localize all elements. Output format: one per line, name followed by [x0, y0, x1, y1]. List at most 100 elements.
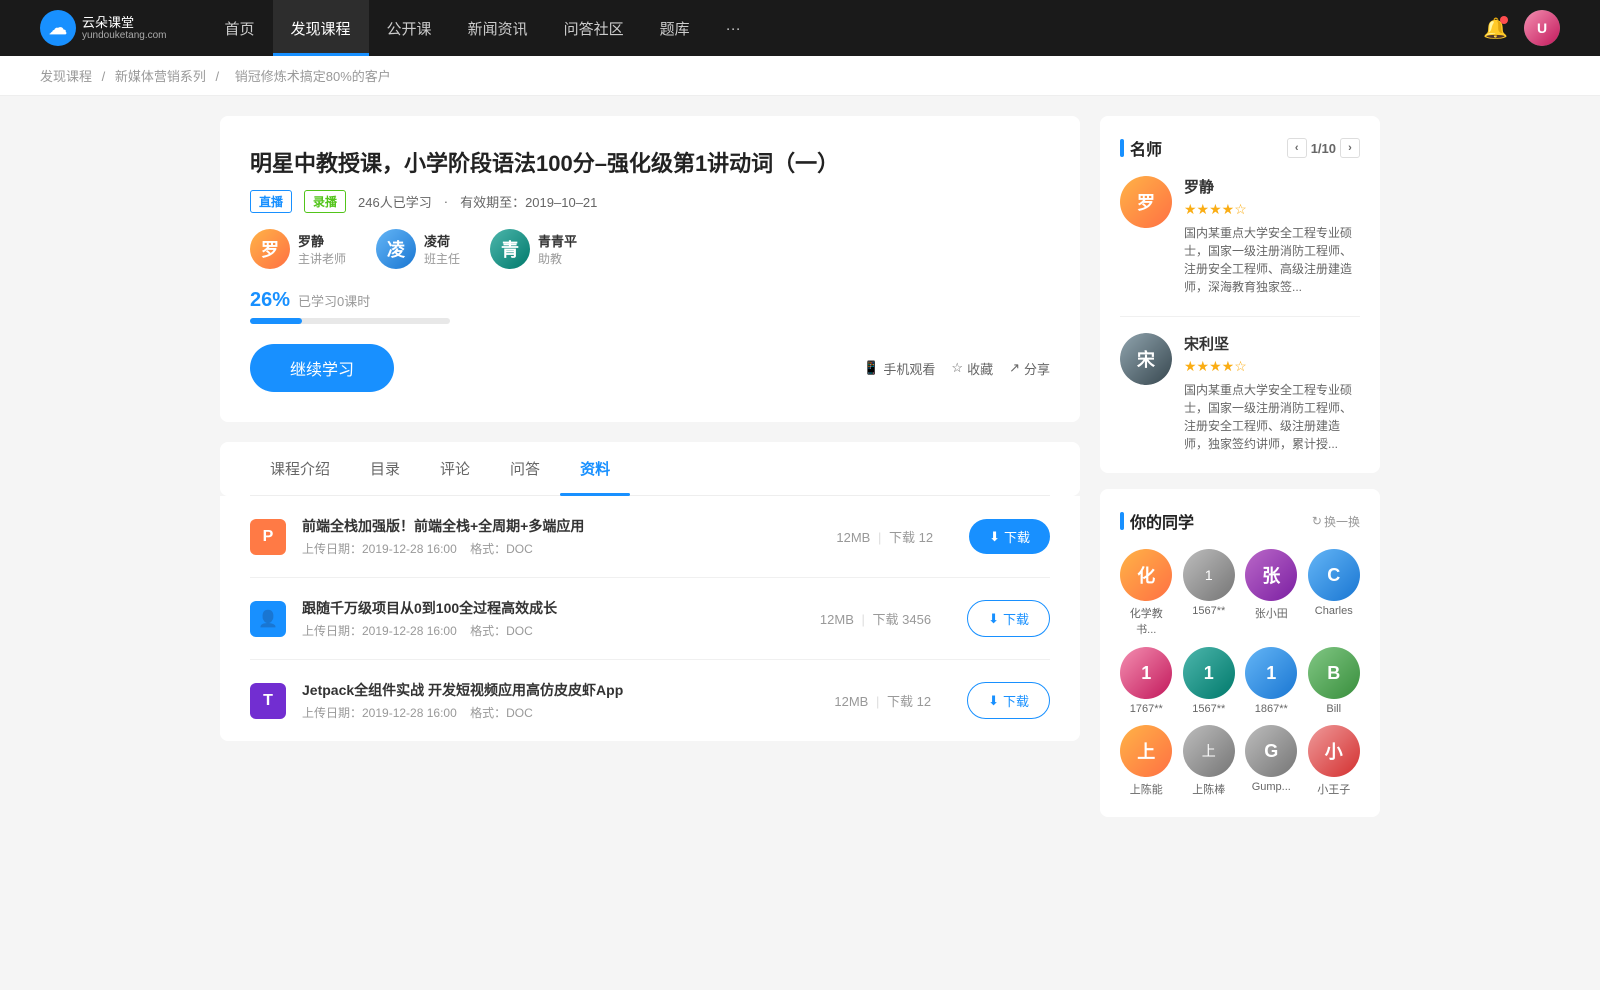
tab-qa[interactable]: 问答	[490, 442, 560, 495]
share-button[interactable]: ↗ 分享	[1009, 359, 1050, 378]
course-meta: 直播 录播 246人已学习 · 有效期至：2019–10–21	[250, 190, 1050, 213]
classmate-6-avatar: 1	[1245, 647, 1297, 699]
mobile-icon: 📱	[863, 360, 879, 376]
progress-bar-bg	[250, 318, 450, 324]
share-label: 分享	[1024, 359, 1050, 378]
download-1-button[interactable]: ⬇ 下载	[967, 600, 1050, 637]
download-0-button[interactable]: ⬇ 下载	[969, 519, 1050, 554]
navbar: ☁ 云朵课堂 yundouketang.com 首页 发现课程 公开课 新闻资讯…	[0, 0, 1600, 56]
prev-page-button[interactable]: ‹	[1287, 138, 1307, 158]
classmate-4-name: 1767**	[1120, 703, 1173, 715]
resource-1: 👤 跟随千万级项目从0到100全过程高效成长 上传日期：2019-12-28 1…	[250, 578, 1050, 660]
resource-1-icon: 👤	[250, 601, 286, 637]
resource-0-meta: 上传日期：2019-12-28 16:00 格式：DOC	[302, 540, 820, 557]
classmate-6: 1 1867**	[1245, 647, 1298, 715]
collect-label: 收藏	[967, 359, 993, 378]
classmate-0-avatar: 化	[1120, 549, 1172, 601]
nav-quiz[interactable]: 题库	[642, 0, 708, 56]
sidebar-teacher-0-avatar-img: 罗	[1120, 176, 1172, 228]
resource-0: P 前端全栈加强版！前端全栈+全周期+多端应用 上传日期：2019-12-28 …	[250, 496, 1050, 578]
progress-bar-fill	[250, 318, 302, 324]
classmate-5-name: 1567**	[1183, 703, 1236, 715]
classmate-11: 小 小王子	[1308, 725, 1361, 797]
collect-button[interactable]: ☆ 收藏	[951, 359, 993, 378]
continue-learning-button[interactable]: 继续学习	[250, 344, 394, 392]
teachers-label: 名师	[1130, 136, 1162, 160]
nav-qa[interactable]: 问答社区	[546, 0, 642, 56]
next-page-button[interactable]: ›	[1340, 138, 1360, 158]
resource-2-icon: T	[250, 683, 286, 719]
classmate-4: 1 1767**	[1120, 647, 1173, 715]
classmates-title-bar-icon	[1120, 512, 1124, 530]
resource-1-date: 上传日期：2019-12-28 16:00	[302, 624, 457, 638]
sidebar-teacher-0-info: 罗静 ★★★★☆ 国内某重点大学安全工程专业硕士，国家一级注册消防工程师、注册安…	[1184, 176, 1360, 296]
classmate-9-avatar: 上	[1183, 725, 1235, 777]
classmates-card: 你的同学 ↻ 换一换 化 化学教书... 1 1	[1100, 489, 1380, 817]
nav-open[interactable]: 公开课	[369, 0, 450, 56]
nav-right: 🔔 U	[1483, 10, 1560, 46]
mobile-watch-button[interactable]: 📱 手机观看	[863, 359, 935, 378]
resource-1-meta: 上传日期：2019-12-28 16:00 格式：DOC	[302, 622, 804, 639]
resource-0-info: 前端全栈加强版！前端全栈+全周期+多端应用 上传日期：2019-12-28 16…	[302, 516, 820, 557]
nav-discover[interactable]: 发现课程	[273, 0, 369, 56]
classmate-10-name: Gump...	[1245, 781, 1298, 793]
sidebar-teacher-0-stars: ★★★★☆	[1184, 201, 1360, 218]
nav-items: 首页 发现课程 公开课 新闻资讯 问答社区 题库 ···	[207, 0, 1484, 56]
teacher-1-role: 班主任	[424, 250, 460, 267]
teacher-0-role: 主讲老师	[298, 250, 346, 267]
breadcrumb: 发现课程 / 新媒体营销系列 / 销冠修炼术搞定80%的客户	[0, 56, 1600, 96]
tab-catalog[interactable]: 目录	[350, 442, 420, 495]
download-1-icon: ⬇	[988, 611, 999, 627]
action-row: 继续学习 📱 手机观看 ☆ 收藏 ↗ 分享	[250, 344, 1050, 392]
breadcrumb-series[interactable]: 新媒体营销系列	[115, 69, 206, 84]
user-avatar[interactable]: U	[1524, 10, 1560, 46]
teacher-1: 凌 凌荷 班主任	[376, 229, 460, 269]
breadcrumb-current: 销冠修炼术搞定80%的客户	[235, 69, 391, 84]
resource-1-info: 跟随千万级项目从0到100全过程高效成长 上传日期：2019-12-28 16:…	[302, 598, 804, 639]
classmate-7: B Bill	[1308, 647, 1361, 715]
nav-news[interactable]: 新闻资讯	[450, 0, 546, 56]
bell-icon[interactable]: 🔔	[1483, 16, 1508, 41]
tab-resources[interactable]: 资料	[560, 442, 630, 495]
classmate-5-avatar: 1	[1183, 647, 1235, 699]
teacher-0: 罗 罗静 主讲老师	[250, 229, 346, 269]
refresh-button[interactable]: ↻ 换一换	[1312, 513, 1360, 530]
sidebar-teacher-1-desc: 国内某重点大学安全工程专业硕士，国家一级注册消防工程师、注册安全工程师、级注册建…	[1184, 381, 1360, 453]
classmate-1-name: 1567**	[1183, 605, 1236, 617]
download-1-label: 下载	[1003, 609, 1029, 628]
sidebar-teacher-1-avatar-img: 宋	[1120, 333, 1172, 385]
nav-more[interactable]: ···	[708, 0, 759, 56]
classmate-5: 1 1567**	[1183, 647, 1236, 715]
nav-home[interactable]: 首页	[207, 0, 273, 56]
teacher-0-avatar-img: 罗	[250, 229, 290, 269]
classmate-1: 1 1567**	[1183, 549, 1236, 637]
tabs-card: 课程介绍 目录 评论 问答 资料	[220, 442, 1080, 496]
breadcrumb-discover[interactable]: 发现课程	[40, 69, 92, 84]
progress-section: 26% 已学习0课时	[250, 289, 1050, 324]
download-0-label: 下载	[1004, 527, 1030, 546]
classmate-2: 张 张小田	[1245, 549, 1298, 637]
refresh-label: 换一换	[1324, 513, 1360, 530]
mobile-watch-label: 手机观看	[883, 359, 935, 378]
teacher-2-name: 青青平	[538, 231, 577, 250]
teacher-2-role: 助教	[538, 250, 577, 267]
resource-2-format: 格式：DOC	[470, 706, 533, 720]
classmate-8: 上 上陈能	[1120, 725, 1173, 797]
classmates-title-left: 你的同学	[1120, 509, 1194, 533]
teacher-0-name: 罗静	[298, 231, 346, 250]
tab-review[interactable]: 评论	[420, 442, 490, 495]
teacher-1-avatar-img: 凌	[376, 229, 416, 269]
teachers-list: 罗 罗静 主讲老师 凌 凌荷 班主任	[250, 229, 1050, 269]
logo[interactable]: ☁ 云朵课堂 yundouketang.com	[40, 10, 167, 46]
classmate-3-name: Charles	[1308, 605, 1361, 617]
right-panel: 名师 ‹ 1/10 › 罗 罗静 ★★★★☆ 国内某重点大学安全工程专业硕士，国…	[1100, 116, 1380, 833]
classmate-3: C Charles	[1308, 549, 1361, 637]
download-2-button[interactable]: ⬇ 下载	[967, 682, 1050, 719]
main-content: 明星中教授课，小学阶段语法100分–强化级第1讲动词（一） 直播 录播 246人…	[200, 116, 1400, 833]
classmate-10-avatar: G	[1245, 725, 1297, 777]
tab-intro[interactable]: 课程介绍	[250, 442, 350, 495]
resource-2-name: Jetpack全组件实战 开发短视频应用高仿皮皮虾App	[302, 680, 818, 700]
progress-sub: 已学习0课时	[298, 291, 370, 310]
title-bar-icon	[1120, 139, 1124, 157]
classmate-8-name: 上陈能	[1120, 781, 1173, 797]
